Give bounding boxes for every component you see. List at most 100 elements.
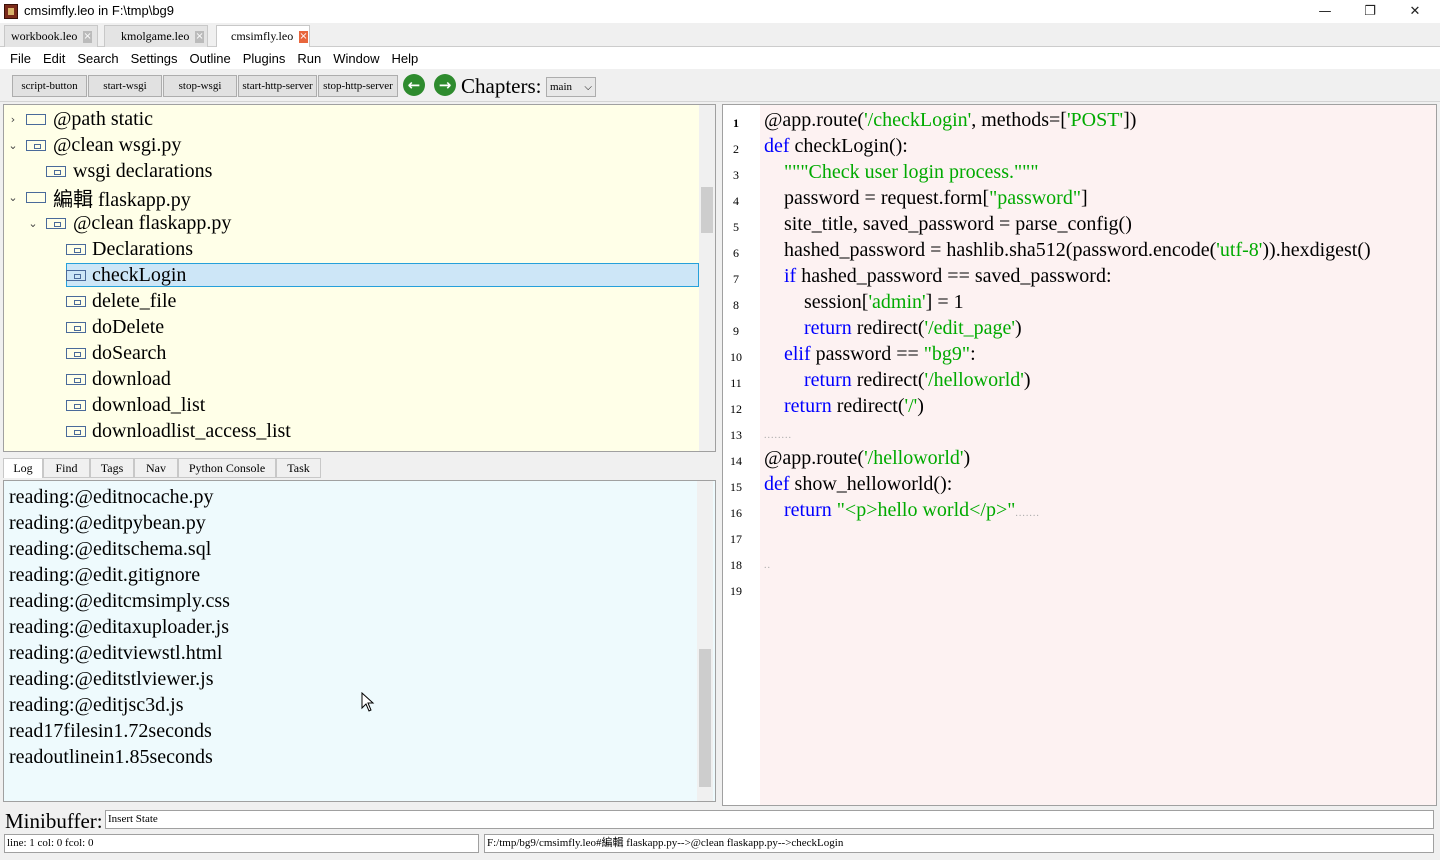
code-string: "password" bbox=[989, 187, 1081, 209]
stop-http-server-button[interactable]: stop-http-server bbox=[318, 75, 398, 97]
log-line: reading:@editschema.sql bbox=[9, 538, 212, 560]
code-line[interactable]: return redirect('/') bbox=[764, 395, 924, 418]
code-string: '/edit_page' bbox=[924, 317, 1016, 339]
code-text: redirect( bbox=[851, 317, 925, 339]
tab-log[interactable]: Log bbox=[3, 458, 43, 478]
code-line[interactable]: if hashed_password == saved_password: bbox=[764, 265, 1112, 288]
body-editor[interactable]: 1 2 3 4 5 6 7 8 9 10 11 12 13 14 15 16 17 18 19 @app.route… bbox=[722, 104, 1437, 806]
forward-arrow-icon[interactable]: → bbox=[434, 74, 456, 96]
minibuffer-input[interactable]: Insert State bbox=[105, 810, 1434, 829]
code-line[interactable]: return redirect('/edit_page') bbox=[764, 317, 1022, 340]
code-line[interactable]: @app.route('/helloworld') bbox=[764, 447, 970, 470]
title-bar: cmsimfly.leo in F:\tmp\bg9 — ❐ ✕ bbox=[0, 0, 1440, 23]
menu-settings[interactable]: Settings bbox=[125, 51, 184, 66]
outline-scrollbar[interactable] bbox=[699, 105, 715, 451]
start-wsgi-button[interactable]: start-wsgi bbox=[88, 75, 162, 97]
outline-node-label: @path static bbox=[53, 107, 154, 130]
outline-node-label: checkLogin bbox=[92, 263, 187, 286]
menu-file[interactable]: File bbox=[4, 51, 37, 66]
outline-pane[interactable]: › @path static ⌄ @clean wsgi.py wsgi dec… bbox=[3, 104, 716, 452]
log-pane[interactable]: reading:@editnocache.py reading:@editpyb… bbox=[3, 480, 716, 802]
menu-plugins[interactable]: Plugins bbox=[237, 51, 292, 66]
menu-search[interactable]: Search bbox=[71, 51, 124, 66]
menu-edit[interactable]: Edit bbox=[37, 51, 71, 66]
whitespace-marker: ........ bbox=[764, 430, 792, 441]
restore-button[interactable]: ❐ bbox=[1347, 0, 1393, 23]
code-line[interactable]: return redirect('/helloworld') bbox=[764, 369, 1031, 392]
code-keyword: return bbox=[804, 369, 852, 391]
code-line[interactable]: return "<p>hello world</p>"....... bbox=[764, 499, 1040, 522]
code-line[interactable]: @app.route('/checkLogin', methods=['POST… bbox=[764, 109, 1136, 132]
log-line: reading:@editaxuploader.js bbox=[9, 616, 230, 638]
outline-node-label: download_list bbox=[92, 393, 206, 416]
tab-python-console[interactable]: Python Console bbox=[178, 458, 276, 478]
code-string: 'POST' bbox=[1066, 109, 1124, 131]
log-scrollbar[interactable] bbox=[697, 481, 713, 801]
code-string: '/' bbox=[904, 395, 918, 417]
log-line: reading:@editcmsimply.css bbox=[9, 590, 230, 612]
toolbar: script-button start-wsgi stop-wsgi start… bbox=[0, 70, 1440, 102]
minimize-button[interactable]: — bbox=[1302, 0, 1348, 23]
code-lines[interactable]: @app.route('/checkLogin', methods=['POST… bbox=[723, 105, 1436, 805]
code-string: 'admin' bbox=[868, 291, 926, 313]
log-line: reading:@editstlviewer.js bbox=[9, 668, 214, 690]
mouse-cursor-icon bbox=[361, 692, 375, 712]
code-line[interactable]: hashed_password = hashlib.sha512(passwor… bbox=[764, 239, 1371, 262]
node-icon bbox=[46, 166, 66, 177]
scrollbar-thumb[interactable] bbox=[699, 649, 711, 787]
code-text: ] bbox=[1081, 187, 1088, 209]
tab-tags[interactable]: Tags bbox=[90, 458, 134, 478]
menu-run[interactable]: Run bbox=[291, 51, 327, 66]
outline-node-label: 編輯 flaskapp.py bbox=[53, 188, 191, 211]
tab-close-icon[interactable]: × bbox=[195, 30, 204, 43]
chevron-down-icon[interactable]: ⌄ bbox=[7, 139, 19, 152]
code-text: password = request.form[ bbox=[764, 187, 990, 209]
tab-nav[interactable]: Nav bbox=[134, 458, 178, 478]
chevron-down-icon[interactable]: ⌄ bbox=[27, 217, 39, 230]
log-line: reading:@edit.gitignore bbox=[9, 564, 201, 586]
tab-close-icon[interactable]: × bbox=[299, 30, 308, 43]
menu-outline[interactable]: Outline bbox=[184, 51, 237, 66]
start-http-server-button[interactable]: start-http-server bbox=[238, 75, 317, 97]
outline-node-label: downloadlist_access_list bbox=[92, 419, 291, 442]
chapters-dropdown[interactable]: main ⌵ bbox=[546, 77, 596, 97]
code-line[interactable]: password = request.form["password"] bbox=[764, 187, 1088, 210]
log-line: reading:@editjsc3d.js bbox=[9, 694, 184, 716]
code-line[interactable]: session['admin'] = 1 bbox=[764, 291, 964, 314]
window-title: cmsimfly.leo in F:\tmp\bg9 bbox=[24, 3, 175, 18]
tab-find[interactable]: Find bbox=[43, 458, 90, 478]
code-text: , methods=[ bbox=[971, 109, 1067, 131]
scrollbar-thumb[interactable] bbox=[701, 187, 713, 233]
back-arrow-icon[interactable]: ← bbox=[403, 74, 425, 96]
menu-window[interactable]: Window bbox=[327, 51, 385, 66]
tab-kmolgame[interactable]: kmolgame.leo × bbox=[104, 25, 208, 47]
code-line[interactable]: ........ bbox=[764, 421, 792, 444]
close-button[interactable]: ✕ bbox=[1392, 0, 1438, 23]
code-line[interactable]: def show_helloworld(): bbox=[764, 473, 952, 496]
tab-label: kmolgame.leo bbox=[121, 29, 190, 43]
menu-help[interactable]: Help bbox=[386, 51, 425, 66]
tab-close-icon[interactable]: × bbox=[83, 30, 92, 43]
script-button[interactable]: script-button bbox=[12, 75, 87, 97]
code-line[interactable]: """Check user login process.""" bbox=[764, 161, 1039, 184]
chevron-right-icon[interactable]: › bbox=[7, 113, 19, 126]
status-node-path: F:/tmp/bg9/cmsimfly.leo#編輯 flaskapp.py--… bbox=[484, 834, 1434, 853]
code-line[interactable]: .. bbox=[764, 551, 771, 574]
code-line[interactable]: site_title, saved_password = parse_confi… bbox=[764, 213, 1132, 236]
code-line[interactable]: def checkLogin(): bbox=[764, 135, 908, 158]
code-keyword: def bbox=[764, 473, 790, 495]
chevron-down-icon[interactable]: ⌄ bbox=[7, 191, 19, 204]
code-line[interactable]: elif password == "bg9": bbox=[764, 343, 976, 366]
leo-app-icon bbox=[4, 4, 18, 19]
tab-workbook[interactable]: workbook.leo × bbox=[4, 25, 98, 47]
code-keyword: if bbox=[784, 265, 797, 287]
code-text: redirect( bbox=[851, 369, 925, 391]
tab-cmsimfly[interactable]: cmsimfly.leo × bbox=[216, 25, 310, 47]
stop-wsgi-button[interactable]: stop-wsgi bbox=[163, 75, 237, 97]
tab-task[interactable]: Task bbox=[276, 458, 321, 478]
log-tab-bar: Log Find Tags Nav Python Console Task bbox=[3, 458, 716, 478]
